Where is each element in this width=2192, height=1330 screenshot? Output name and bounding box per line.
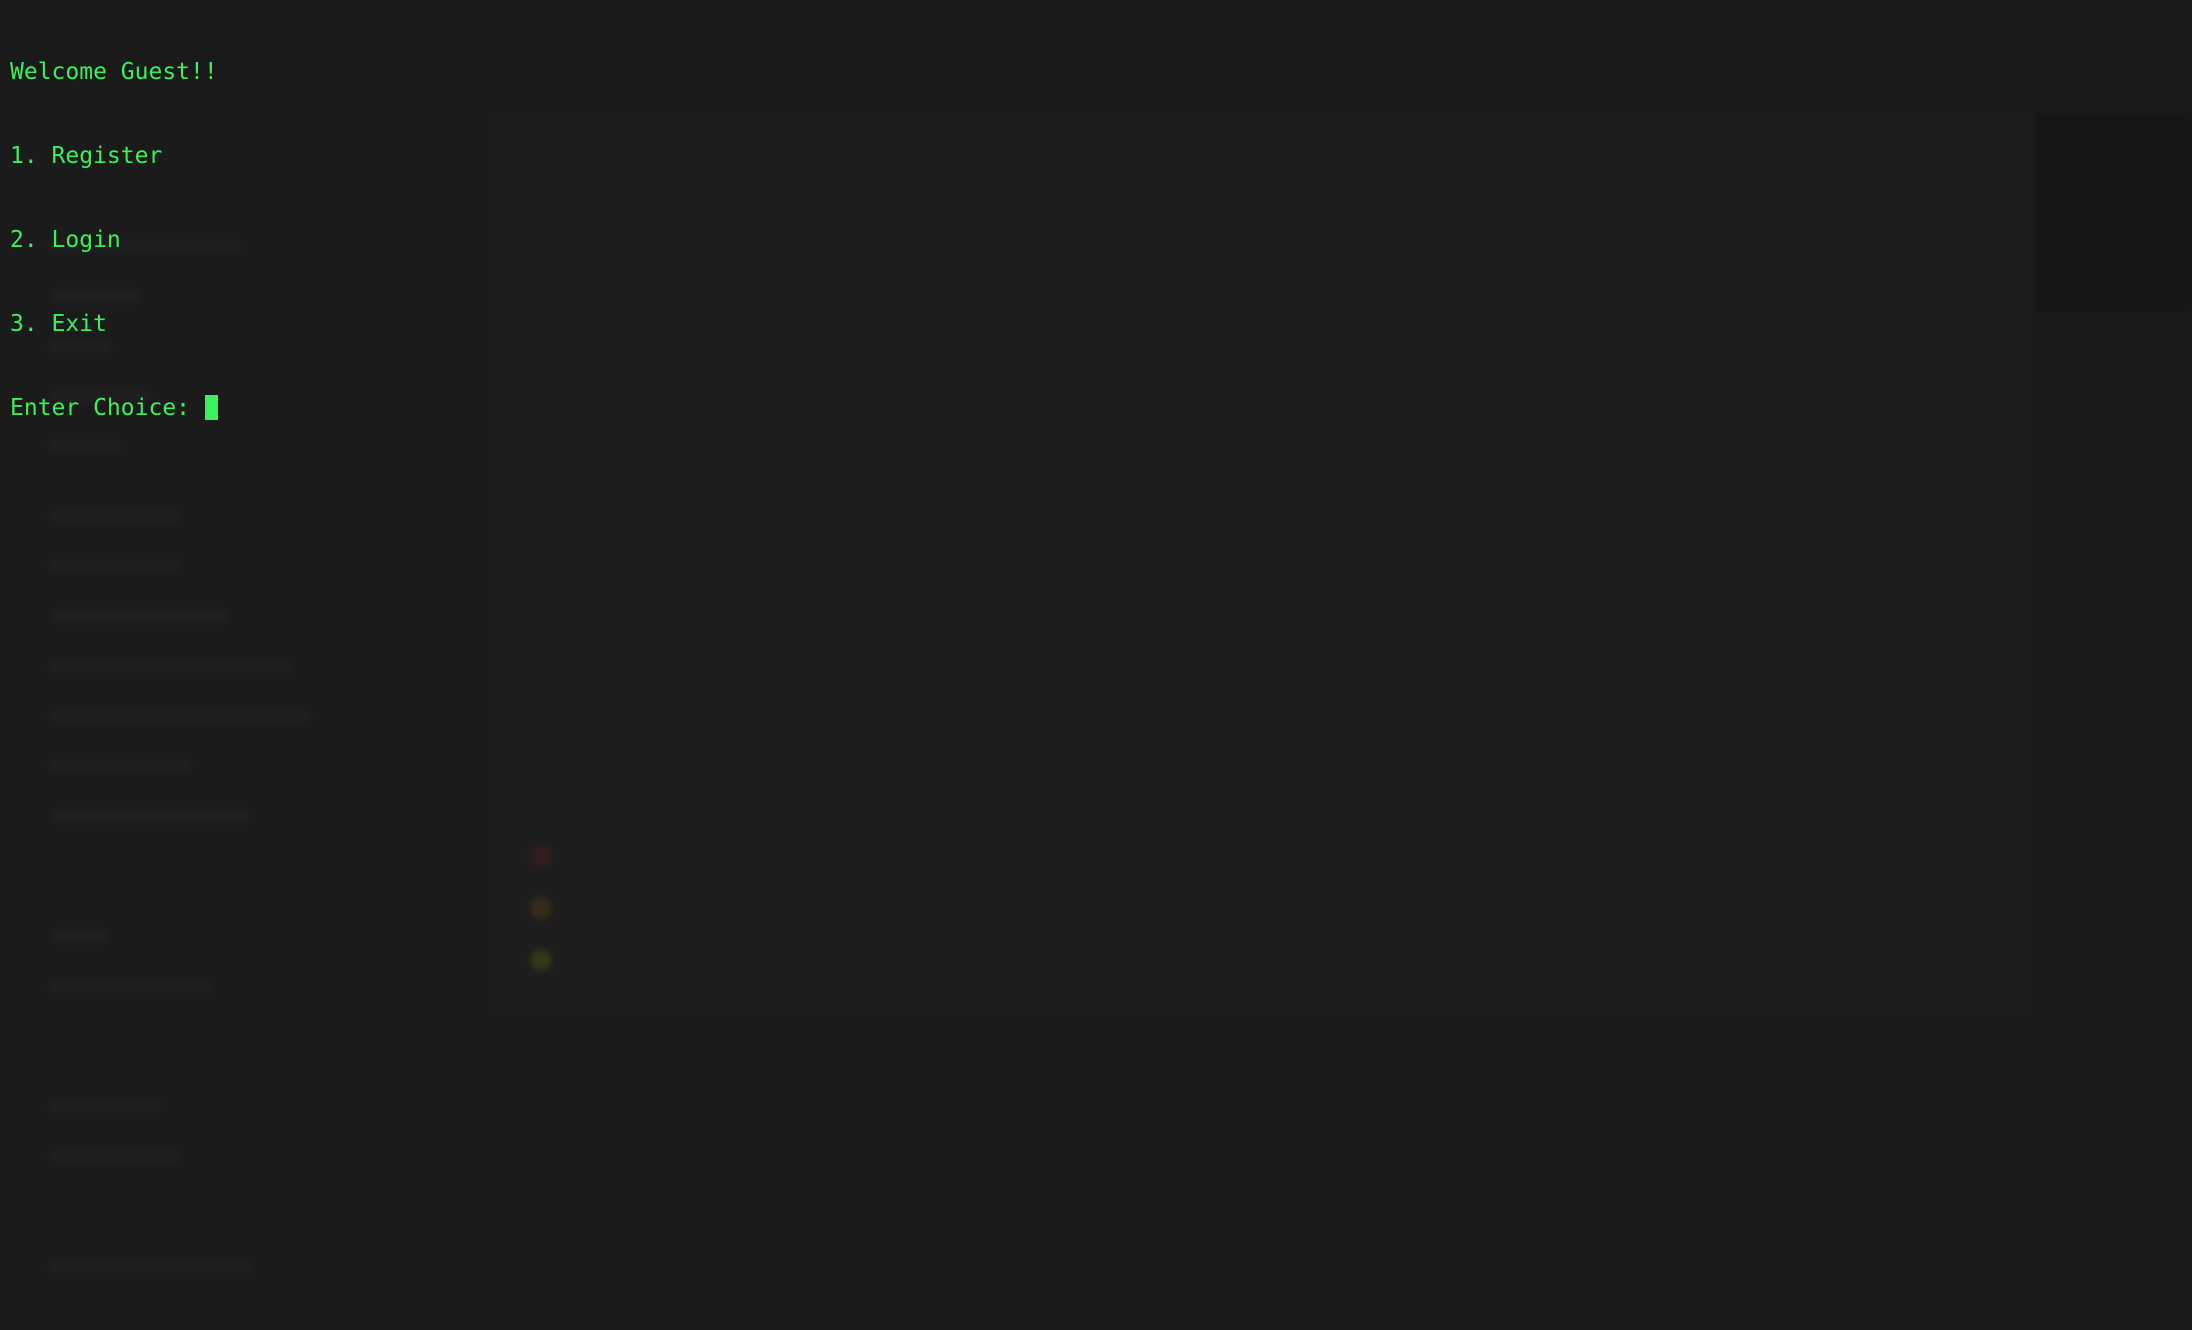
prompt-line[interactable]: Enter Choice: <box>10 394 218 422</box>
background-dialog-sidebar <box>492 250 884 1010</box>
background-topbar <box>0 0 2192 112</box>
menu-option-login: 2. Login <box>10 227 121 253</box>
prompt-label: Enter Choice: <box>10 395 204 421</box>
text-cursor-icon <box>204 395 218 420</box>
blurred-background <box>0 0 2192 1330</box>
menu-option-register: 1. Register <box>10 143 163 169</box>
background-right-panel <box>2034 112 2192 312</box>
welcome-line: Welcome Guest!! <box>10 59 218 85</box>
terminal-output: Welcome Guest!! 1. Register 2. Login 3. … <box>10 2 218 478</box>
menu-option-exit: 3. Exit <box>10 311 107 337</box>
background-dialog-list <box>884 250 1286 1010</box>
background-content <box>570 1012 2192 1330</box>
terminal-screen: Welcome Guest!! 1. Register 2. Login 3. … <box>0 0 2192 1330</box>
